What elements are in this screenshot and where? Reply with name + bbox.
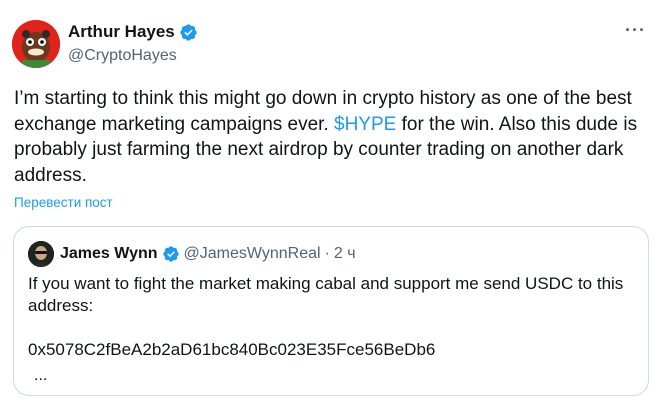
quote-header: James Wynn @JamesWynnReal · 2 ч: [28, 241, 356, 267]
quoted-tweet[interactable]: James Wynn @JamesWynnReal · 2 ч If you w…: [13, 226, 649, 396]
quote-avatar-icon: [28, 241, 54, 267]
quote-avatar: [28, 241, 54, 267]
quote-verified-badge-icon: [162, 245, 180, 263]
author-block: Arthur Hayes @CryptoHayes: [68, 21, 198, 65]
quote-timestamp: 2 ч: [333, 245, 356, 262]
author-handle[interactable]: @CryptoHayes: [68, 47, 198, 65]
red-face-avatar-icon: [12, 20, 60, 68]
quote-truncation-ellipsis: ...: [34, 367, 48, 384]
translate-post-link[interactable]: Перевести пост: [14, 195, 113, 210]
author-name[interactable]: Arthur Hayes: [68, 22, 175, 42]
quote-separator-dot: ·: [324, 245, 330, 262]
author-avatar[interactable]: [12, 20, 60, 68]
author-name-row: Arthur Hayes: [68, 21, 198, 43]
cashtag-link[interactable]: $HYPE: [334, 114, 396, 135]
more-options-icon[interactable]: ···: [625, 21, 646, 39]
quote-author-handle: @JamesWynnReal: [183, 245, 321, 262]
quote-text: If you want to fight the market making c…: [28, 274, 624, 359]
tweet-text: I’m starting to think this might go down…: [14, 86, 650, 188]
quote-author-name: James Wynn: [60, 245, 158, 262]
verified-badge-icon[interactable]: [179, 23, 198, 42]
